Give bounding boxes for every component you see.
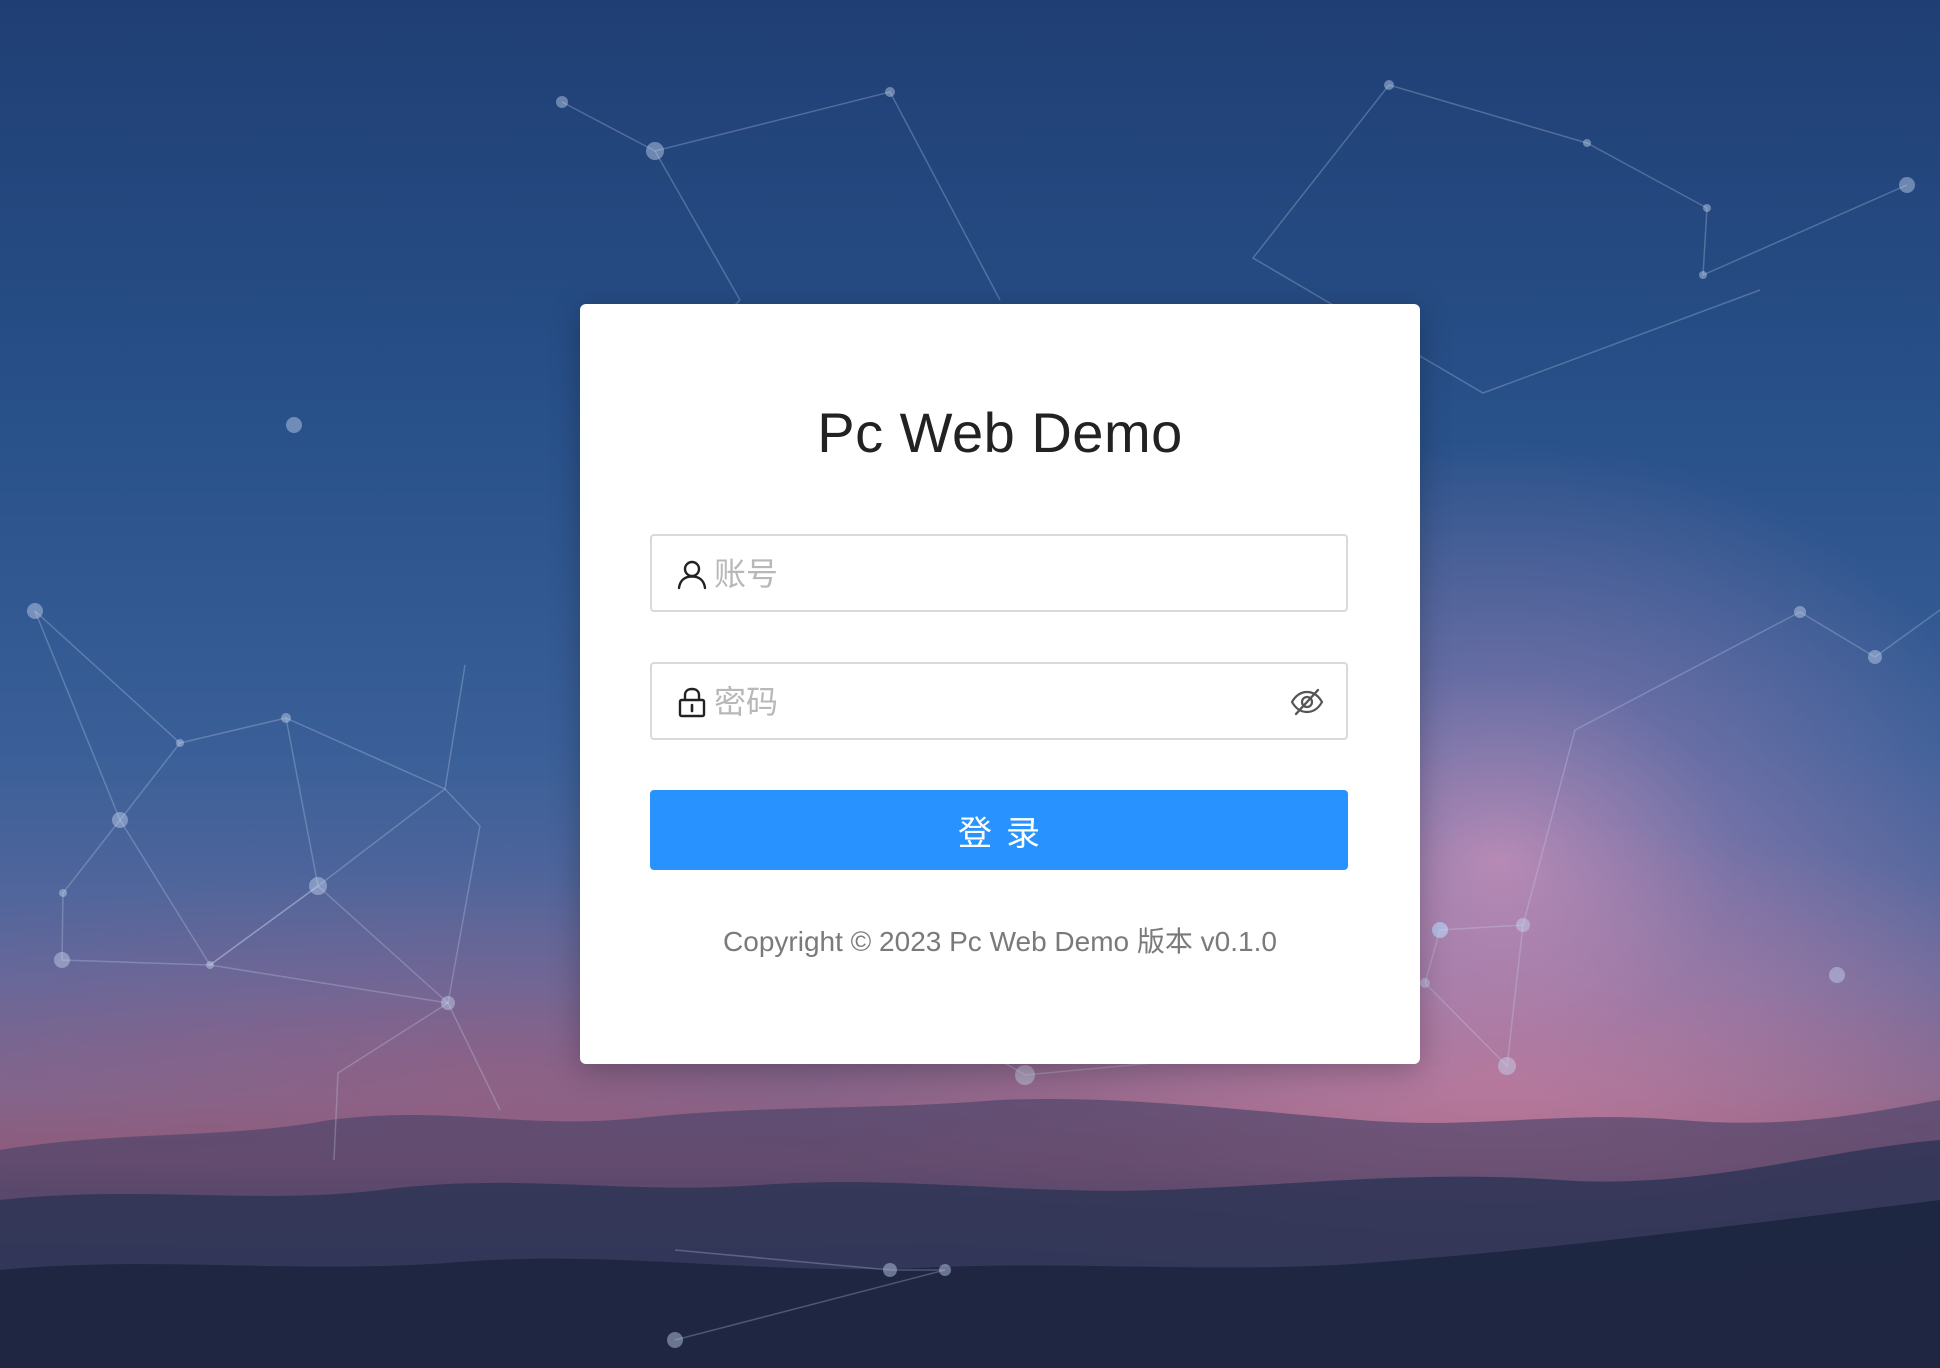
password-input[interactable] [712, 672, 1276, 732]
password-field[interactable] [650, 662, 1348, 740]
account-field[interactable] [650, 534, 1348, 612]
login-button[interactable]: 登录 [650, 790, 1348, 870]
user-icon [677, 560, 707, 590]
lock-icon [678, 687, 706, 718]
page-title: Pc Web Demo [817, 401, 1183, 464]
login-card: Pc Web Demo 登录 Copyright © 2023 Pc Web D… [580, 304, 1420, 1064]
eye-off-icon[interactable] [1290, 686, 1324, 718]
account-input[interactable] [712, 544, 1276, 604]
copyright-text: Copyright © 2023 Pc Web Demo 版本 v0.1.0 [723, 926, 1277, 957]
